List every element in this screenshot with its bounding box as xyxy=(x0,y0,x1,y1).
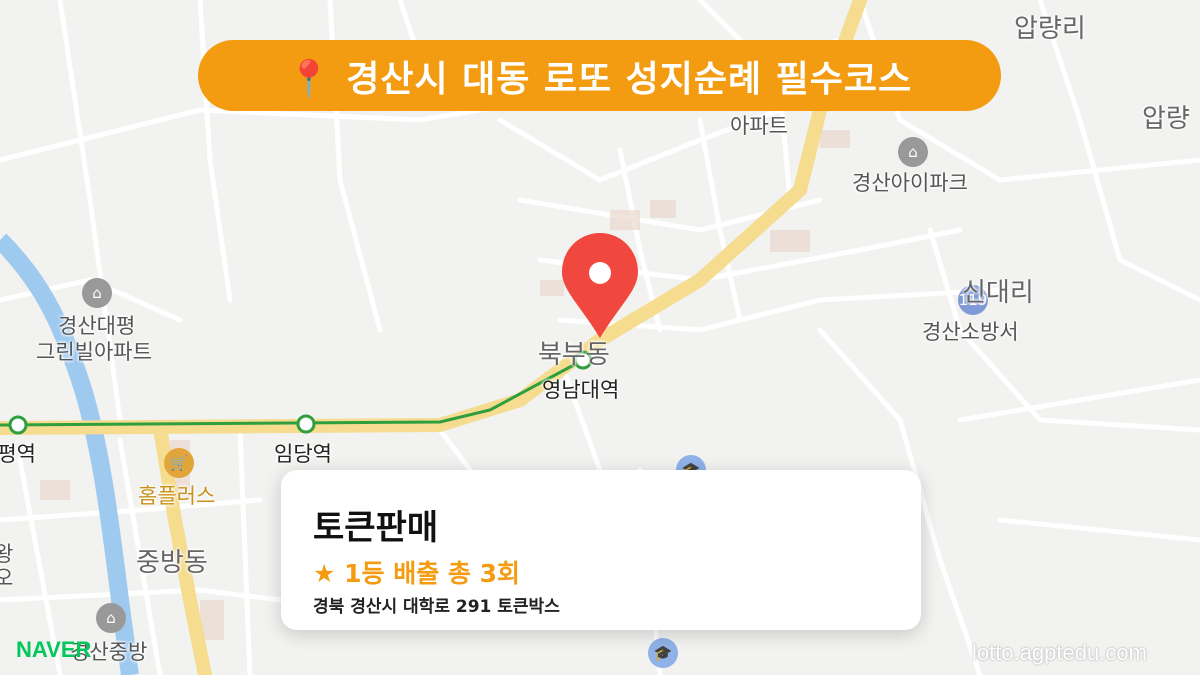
station-label-yeongnam[interactable]: 영남대역 xyxy=(542,374,619,404)
map-label-left-2: 오 xyxy=(0,566,14,590)
map-label-homeplus: 홈플러스 xyxy=(138,484,216,508)
map-label-jungbang: 중방동 xyxy=(136,548,208,578)
map-label-apt: 아파트 xyxy=(730,114,788,138)
building-icon[interactable]: ⌂ xyxy=(82,278,112,308)
store-name: 토큰판매 xyxy=(313,508,439,548)
banner-title: 📍 경산시 대동 로또 성지순례 필수코스 xyxy=(286,58,913,100)
map-label-ipark: 경산아이파크 xyxy=(852,171,968,195)
map-label-apryang: 압량리 xyxy=(1014,14,1086,44)
title-banner: 📍 경산시 대동 로또 성지순례 필수코스 xyxy=(198,40,1001,111)
map-label-daepyung-2: 그린빌아파트 xyxy=(36,340,152,364)
station-label-imdang[interactable]: 임당역 xyxy=(274,438,332,468)
shopping-cart-icon[interactable]: 🛒 xyxy=(164,448,194,478)
map-label-sindae: 신대리 xyxy=(962,278,1034,308)
naver-logo: NAVER xyxy=(16,637,92,662)
building-icon[interactable]: ⌂ xyxy=(898,137,928,167)
building-icon[interactable]: ⌂ xyxy=(96,603,126,633)
station-label-jeongpyeong[interactable]: 정평역 xyxy=(0,438,36,468)
school-icon[interactable]: 🎓 xyxy=(648,638,678,668)
map-label-bukbu: 북부동 xyxy=(538,340,610,370)
map-label-firestation: 경산소방서 xyxy=(922,320,1019,344)
store-info-card[interactable]: 토큰판매 ★ 1등 배출 총 3회 경북 경산시 대학로 291 토큰박스 xyxy=(281,470,921,630)
watermark: lotto.agptedu.com xyxy=(972,640,1147,665)
store-rank: ★ 1등 배출 총 3회 xyxy=(313,559,521,588)
store-address: 경북 경산시 대학로 291 토큰박스 xyxy=(313,597,560,617)
map-label-apryang-edge: 압량 xyxy=(1142,104,1190,134)
